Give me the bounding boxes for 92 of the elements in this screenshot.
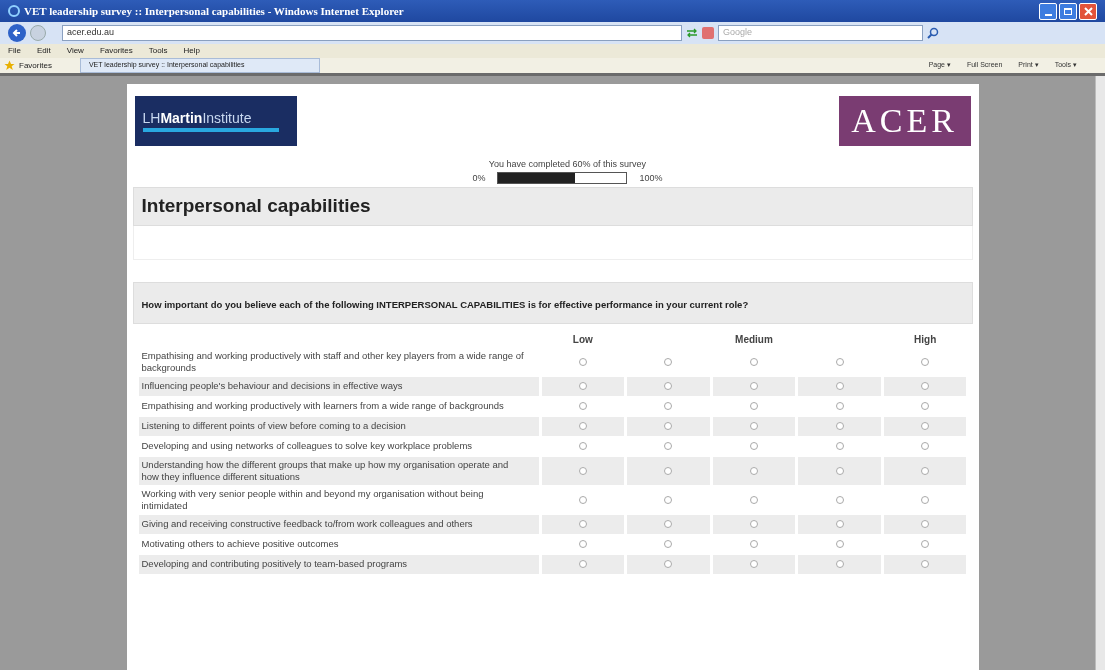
menu-item[interactable]: Edit <box>36 45 51 57</box>
progress-min-label: 0% <box>472 171 486 185</box>
radio-button[interactable] <box>835 520 844 528</box>
radio-button[interactable] <box>921 520 930 528</box>
radio-button[interactable] <box>578 357 587 366</box>
question-text: Giving and receiving constructive feedback to/from work colleagues and others <box>141 518 473 530</box>
radio-button[interactable] <box>750 495 758 504</box>
radio-button[interactable] <box>578 540 587 548</box>
radio-button[interactable] <box>921 442 930 450</box>
back-arrow-icon <box>12 28 22 38</box>
progress-text: You have completed 60% of this survey <box>488 158 647 171</box>
menu-item[interactable]: Help <box>183 45 200 57</box>
scale-label: Low <box>572 332 593 347</box>
radio-button[interactable] <box>921 422 930 430</box>
radio-button[interactable] <box>578 402 587 410</box>
radio-button[interactable] <box>835 402 844 410</box>
radio-button[interactable] <box>750 357 758 366</box>
star-icon <box>4 60 15 71</box>
acer-logo: ACER <box>838 96 971 146</box>
radio-button[interactable] <box>578 520 587 528</box>
radio-button[interactable] <box>578 382 587 390</box>
radio-button[interactable] <box>835 357 844 366</box>
radio-button[interactable] <box>664 357 673 366</box>
radio-button[interactable] <box>664 520 673 528</box>
menu-item[interactable]: Tools <box>148 45 168 57</box>
radio-button[interactable] <box>578 442 587 450</box>
radio-button[interactable] <box>835 466 844 475</box>
scale-label: High <box>914 332 937 347</box>
search-icon[interactable] <box>927 27 939 39</box>
radio-button[interactable] <box>750 466 758 475</box>
menu-item[interactable]: File <box>8 45 21 57</box>
menu-item[interactable]: Favorites <box>99 45 133 57</box>
radio-button[interactable] <box>750 540 758 548</box>
radio-button[interactable] <box>921 560 930 568</box>
question-text: Empathising and working productively with staff and other key players from a wide range of backgrounds <box>141 349 525 374</box>
radio-button[interactable] <box>664 442 673 450</box>
radio-button[interactable] <box>750 382 758 390</box>
minimize-button[interactable] <box>1039 2 1057 20</box>
radio-button[interactable] <box>835 495 844 504</box>
question-text: Empathising and working productively with learners from a wide range of backgrounds <box>141 400 504 412</box>
radio-button[interactable] <box>664 540 673 548</box>
question-text: Influencing people's behaviour and decisions in effective ways <box>141 380 403 392</box>
address-field[interactable]: acer.edu.au <box>62 25 682 41</box>
radio-button[interactable] <box>921 402 930 410</box>
radio-button[interactable] <box>750 442 758 450</box>
close-icon <box>1083 6 1093 16</box>
stop-icon[interactable] <box>702 27 714 39</box>
radio-button[interactable] <box>664 402 673 410</box>
radio-button[interactable] <box>835 422 844 430</box>
radio-button[interactable] <box>664 422 673 430</box>
radio-button[interactable] <box>921 495 930 504</box>
radio-button[interactable] <box>664 382 673 390</box>
question-text: Motivating others to achieve positive outcomes <box>141 538 339 550</box>
radio-button[interactable] <box>664 495 673 504</box>
radio-button[interactable] <box>921 466 930 475</box>
radio-button[interactable] <box>578 495 587 504</box>
radio-button[interactable] <box>921 382 930 390</box>
radio-button[interactable] <box>664 560 673 568</box>
question-text: Developing and contributing positively to team-based programs <box>141 558 408 570</box>
radio-button[interactable] <box>835 382 844 390</box>
scrollbar[interactable] <box>1095 76 1105 670</box>
radio-button[interactable] <box>750 422 758 430</box>
radio-button[interactable] <box>750 560 758 568</box>
question-text: Working with very senior people within and beyond my organisation without being intimidated <box>141 487 485 512</box>
maximize-button[interactable] <box>1059 2 1077 20</box>
radio-button[interactable] <box>578 560 587 568</box>
question-header: How important do you believe each of the following INTERPERSONAL CAPABILITIES is for effective performance in your current role? <box>132 281 973 324</box>
question-text: Understanding how the different groups that make up how my organisation operate and how they influence different situations <box>141 458 510 483</box>
refresh-icon[interactable] <box>686 28 698 38</box>
back-button[interactable] <box>8 24 26 42</box>
browser-icon <box>8 5 20 17</box>
question-text: Developing and using networks of colleagues to solve key workplace problems <box>141 440 473 452</box>
institute-logo: LHMartinInstitute <box>134 96 297 146</box>
radio-button[interactable] <box>578 466 587 475</box>
favorites-button[interactable]: Favorites <box>4 59 52 72</box>
radio-button[interactable] <box>921 540 930 548</box>
radio-button[interactable] <box>664 466 673 475</box>
radio-button[interactable] <box>578 422 587 430</box>
progress-max-label: 100% <box>639 171 663 185</box>
radio-button[interactable] <box>750 402 758 410</box>
section-header: Interpersonal capabilities <box>132 187 973 226</box>
window-title: VET leadership survey :: Interpersonal capabilities - Windows Internet Explorer <box>24 3 404 19</box>
question-text: Listening to different points of view before coming to a decision <box>141 420 406 432</box>
close-button[interactable] <box>1079 2 1097 20</box>
radio-button[interactable] <box>750 520 758 528</box>
radio-button[interactable] <box>921 357 930 366</box>
radio-button[interactable] <box>835 540 844 548</box>
menu-item[interactable]: View <box>66 45 84 57</box>
radio-button[interactable] <box>835 560 844 568</box>
scale-label: Medium <box>735 332 773 347</box>
radio-button[interactable] <box>835 442 844 450</box>
forward-button[interactable] <box>30 25 46 41</box>
